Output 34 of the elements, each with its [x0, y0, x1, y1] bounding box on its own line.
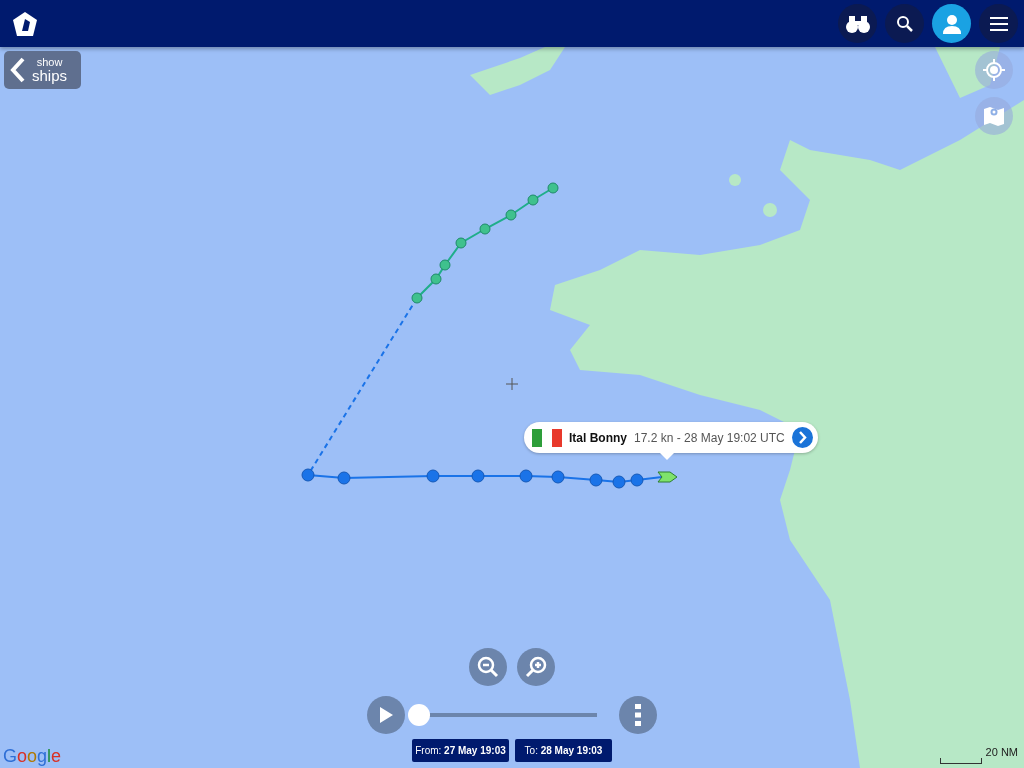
vessel-name: Ital Bonny: [569, 430, 627, 445]
map-layers-button[interactable]: [975, 97, 1013, 135]
binoculars-icon: [844, 13, 871, 34]
scale-bar: [940, 758, 982, 764]
map-pin-icon: [983, 105, 1005, 127]
search-button[interactable]: [885, 4, 924, 43]
chevron-left-icon: [10, 57, 26, 83]
person-icon: [940, 12, 963, 35]
popup-pointer: [660, 453, 674, 460]
show-ships-button[interactable]: show ships: [4, 51, 81, 89]
flag-icon: [532, 428, 562, 447]
crosshair-icon: [505, 377, 519, 391]
target-icon: [982, 58, 1006, 82]
menu-button[interactable]: [979, 4, 1018, 43]
slider-thumb[interactable]: [408, 704, 430, 726]
binoculars-button[interactable]: [838, 4, 877, 43]
profile-button[interactable]: [932, 4, 971, 43]
search-icon: [895, 14, 914, 33]
locate-button[interactable]: [975, 51, 1013, 89]
island-area: [729, 174, 741, 186]
chevron-right-icon[interactable]: [791, 427, 813, 448]
vessel-details: 17.2 kn - 28 May 19:02 UTC: [634, 430, 785, 445]
zoom-in-icon: [524, 655, 548, 679]
more-vertical-icon: [635, 704, 641, 726]
island-area: [763, 203, 777, 217]
menu-icon: [989, 16, 1008, 31]
from-date-button[interactable]: From: 27 May 19:03: [412, 739, 509, 762]
to-date-button[interactable]: To: 28 May 19:03: [515, 739, 612, 762]
play-icon: [378, 706, 394, 724]
zoom-out-icon: [476, 655, 500, 679]
google-logo: Google: [3, 746, 62, 767]
scale-label: 20 NM: [985, 746, 1018, 758]
ship-icon[interactable]: [657, 471, 678, 483]
logo-icon[interactable]: [12, 10, 38, 37]
